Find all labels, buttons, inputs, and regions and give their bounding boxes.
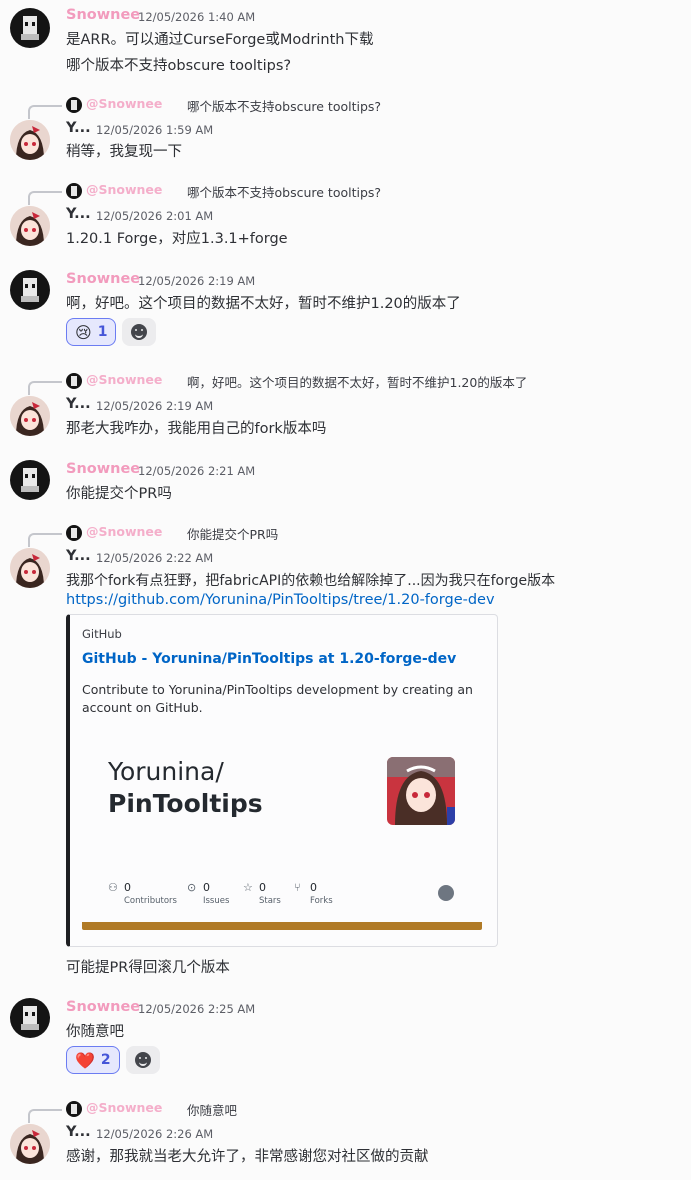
reply-author[interactable]: @Snownee [86,96,162,111]
author-name[interactable]: Snownee [66,7,140,23]
message-text: 啊，好吧。这个项目的数据不太好，暂时不维护1.20的版本了 [66,296,461,312]
message-text: 我那个fork有点狂野，把fabricAPI的依赖也给解除掉了...因为我只在f… [66,573,556,589]
smile-icon [134,1052,151,1068]
snownee-mini-avatar [66,183,82,199]
reply-spine [28,381,62,395]
embed-description: Contribute to Yorunina/PinTooltips devel… [82,682,473,715]
author-name[interactable]: Y... [66,1124,91,1140]
reply-text: 哪个版本不支持obscure tooltips? [187,99,382,114]
yorunina-avatar[interactable] [10,548,50,588]
author-name[interactable]: Snownee [66,271,140,287]
snownee-avatar[interactable] [10,998,50,1038]
smile-icon [131,324,148,340]
snownee-avatar[interactable] [10,270,50,310]
timestamp: 12/05/2026 2:26 AM [96,1127,214,1141]
message-text: 感谢，那我就当老大允许了，非常感谢您对社区做的贡献 [66,1149,429,1165]
heart-icon: ❤️ [75,1050,95,1070]
timestamp: 12/05/2026 2:19 AM [96,399,214,413]
reply-spine [28,105,62,119]
issues-icon: ⊙ [187,881,197,894]
stat-label: Contributors [124,896,177,906]
yorunina-avatar[interactable] [10,1124,50,1164]
reactions-bar: 😢 1 [66,318,157,346]
message-text: 1.20.1 Forge，对应1.3.1+forge [66,231,288,247]
reaction-count: 2 [100,1052,111,1068]
timestamp: 12/05/2026 2:01 AM [96,209,214,223]
author-name[interactable]: Y... [66,120,91,136]
card-repo-owner: Yorunina/ [108,757,224,786]
timestamp: 12/05/2026 2:19 AM [138,274,256,288]
timestamp: 12/05/2026 1:59 AM [96,123,214,137]
card-repo-name: PinTooltips [108,789,263,818]
reply-spine [28,1109,62,1123]
reaction-heart[interactable]: ❤️ 2 [66,1046,120,1074]
embed-title[interactable]: GitHub - Yorunina/PinTooltips at 1.20-fo… [82,651,456,667]
github-logo-icon [438,885,454,901]
forks-icon: ⑂ [294,881,301,894]
snownee-mini-avatar [66,373,82,389]
stat-value: 0 [310,881,317,894]
snownee-mini-avatar [66,1101,82,1117]
snownee-mini-avatar [66,97,82,113]
reply-text: 啊，好吧。这个项目的数据不太好，暂时不维护1.20的版本了 [187,375,528,390]
reply-text: 你能提交个PR吗 [187,527,279,542]
embed-image[interactable]: Yorunina/ PinTooltips ⚇ 0 Contributors ⊙… [82,735,486,933]
reply-author[interactable]: @Snownee [86,182,162,197]
yorunina-avatar[interactable] [10,120,50,160]
github-link[interactable]: https://github.com/Yorunina/PinTooltips/… [66,592,495,608]
reply-author[interactable]: @Snownee [86,1100,162,1115]
message-text: 可能提PR得回滚几个版本 [66,960,230,976]
stat-label: Stars [259,896,281,906]
stat-value: 0 [259,881,266,894]
reaction-sad[interactable]: 😢 1 [66,318,117,346]
reply-spine [28,533,62,547]
message-link[interactable]: https://github.com/Yorunina/PinTooltips/… [66,592,495,608]
reply-author[interactable]: @Snownee [86,524,162,539]
reply-text: 哪个版本不支持obscure tooltips? [187,185,382,200]
message-text: 你随意吧 [66,1024,124,1040]
stat-value: 0 [203,881,210,894]
timestamp: 12/05/2026 1:40 AM [138,10,256,24]
contributors-icon: ⚇ [108,881,118,894]
author-name[interactable]: Y... [66,206,91,222]
stat-label: Issues [203,896,230,906]
author-name[interactable]: Y... [66,396,91,412]
reply-text: 你随意吧 [187,1103,238,1118]
repo-owner-avatar [387,757,455,825]
author-name[interactable]: Snownee [66,999,140,1015]
reply-spine [28,191,62,205]
add-reaction-button[interactable] [122,318,157,346]
stat-label: Forks [310,896,333,906]
yorunina-avatar[interactable] [10,396,50,436]
author-name[interactable]: Y... [66,548,91,564]
snownee-avatar[interactable] [10,8,50,48]
author-name[interactable]: Snownee [66,461,140,477]
sad-face-icon: 😢 [75,322,92,342]
message-text: 稍等，我复现一下 [66,144,182,160]
message-text: 你能提交个PR吗 [66,486,172,502]
timestamp: 12/05/2026 2:21 AM [138,464,256,478]
message-text: 哪个版本不支持obscure tooltips? [66,58,292,74]
reactions-bar: ❤️ 2 [66,1046,160,1074]
yorunina-avatar[interactable] [10,206,50,246]
reply-author[interactable]: @Snownee [86,372,162,387]
embed-provider[interactable]: GitHub [82,627,122,641]
timestamp: 12/05/2026 2:25 AM [138,1002,256,1016]
snownee-mini-avatar [66,525,82,541]
stars-icon: ☆ [243,881,253,894]
add-reaction-button[interactable] [125,1046,160,1074]
link-embed: GitHub GitHub - Yorunina/PinTooltips at … [66,614,498,947]
timestamp: 12/05/2026 2:22 AM [96,551,214,565]
snownee-avatar[interactable] [10,460,50,500]
message-text: 是ARR。可以通过CurseForge或Modrinth下载 [66,32,374,48]
reaction-count: 1 [97,324,108,340]
message-text: 那老大我咋办，我能用自己的fork版本吗 [66,421,327,437]
language-bar [82,922,482,930]
stat-value: 0 [124,881,131,894]
